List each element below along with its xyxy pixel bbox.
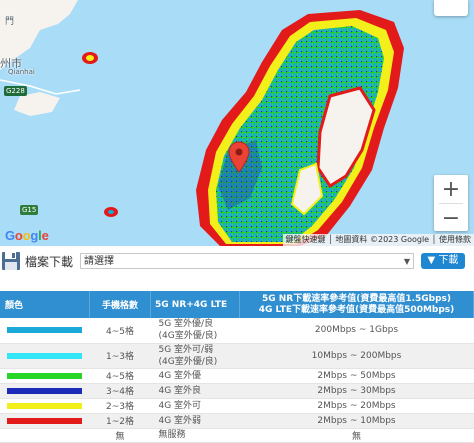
google-logo-letter: G (5, 228, 15, 243)
map-attribution[interactable]: 鍵盤快速鍵 │ 地圖資料 ©2023 Google │ 使用條款 (282, 234, 474, 246)
legend-row: 2~3格 4G 室外可 2Mbps ~ 20Mbps (0, 398, 474, 414)
header-network: 5G NR+4G LTE (150, 291, 240, 318)
map-canvas (0, 0, 404, 246)
legend-row: 4~5格 5G 室外優/良 (4G室外優/良) 200Mbps ~ 1Gbps (0, 318, 474, 344)
network-line: (4G室外優/良) (158, 331, 218, 342)
zoom-control: + − (434, 175, 468, 231)
legend-bars: 4~5格 (89, 318, 151, 344)
network-line: 5G 室外優/良 (158, 319, 214, 330)
download-button[interactable]: ▼ 下載 (421, 253, 465, 269)
legend-speed: 無 (239, 428, 474, 443)
network-line: (4G室外優/良) (158, 356, 218, 367)
legend-speed: 2Mbps ~ 50Mbps (239, 368, 474, 384)
coverage-legend-table: 顏色 手機格數 5G NR+4G LTE 5G NR下載速率參考值(資費最高值1… (0, 291, 474, 443)
file-select[interactable]: 請選擇 ▼ (80, 253, 414, 269)
color-swatch (7, 402, 82, 409)
color-swatch (7, 352, 82, 359)
legend-row: 1~2格 4G 室外弱 2Mbps ~ 10Mbps (0, 413, 474, 429)
google-logo-letter: g (30, 228, 39, 243)
road-shield-g15: G15 (20, 205, 39, 215)
island-penghu-core (108, 210, 114, 214)
legend-bars: 無 (89, 428, 151, 443)
map-label-qianhai: Qianhai (8, 68, 35, 76)
legend-swatch-cell (0, 428, 90, 443)
file-select-value: 請選擇 (84, 256, 114, 267)
coverage-map[interactable]: 門 州市 Qianhai G228 G15 + − Google 鍵盤快速鍵 │… (0, 0, 474, 246)
download-button-label: 下載 (438, 255, 459, 266)
location-pin-icon[interactable] (228, 141, 250, 173)
legend-bars: 3~4格 (89, 383, 151, 399)
legend-speed: 2Mbps ~ 30Mbps (239, 383, 474, 399)
legend-swatch-cell (0, 343, 90, 369)
legend-network: 4G 室外良 (150, 383, 240, 399)
zoom-in-button[interactable]: + (434, 175, 468, 203)
zoom-out-button[interactable]: − (434, 204, 468, 232)
download-arrow-icon: ▼ (427, 255, 436, 266)
google-logo-letter: e (41, 228, 49, 243)
floppy-disk-icon (2, 252, 20, 270)
legend-swatch-cell (0, 398, 90, 414)
header-speed-5g: 5G NR下載速率參考值(資費最高值1.5Gbps) (261, 293, 452, 304)
google-logo: Google (5, 228, 49, 243)
legend-network: 無服務 (150, 428, 240, 443)
legend-swatch-cell (0, 368, 90, 384)
legend-bars: 4~5格 (89, 368, 151, 384)
legend-header-row: 顏色 手機格數 5G NR+4G LTE 5G NR下載速率參考值(資費最高值1… (0, 291, 474, 318)
color-swatch (7, 387, 82, 394)
legend-speed: 2Mbps ~ 10Mbps (239, 413, 474, 429)
legend-row: 1~3格 5G 室外可/弱 (4G室外優/良) 10Mbps ~ 200Mbps (0, 343, 474, 369)
google-logo-letter: o (14, 228, 23, 243)
legend-network: 4G 室外弱 (150, 413, 240, 429)
header-speed: 5G NR下載速率參考值(資費最高值1.5Gbps) 4G LTE下載速率參考值… (239, 291, 474, 318)
fullscreen-button[interactable] (434, 0, 468, 16)
legend-speed: 200Mbps ~ 1Gbps (239, 318, 474, 344)
legend-network: 4G 室外可 (150, 398, 240, 414)
network-line: 5G 室外可/弱 (158, 344, 214, 355)
download-title: 檔案下載 (25, 255, 74, 269)
legend-network: 5G 室外優/良 (4G室外優/良) (150, 318, 240, 344)
legend-speed: 2Mbps ~ 20Mbps (239, 398, 474, 414)
legend-network: 5G 室外可/弱 (4G室外優/良) (150, 343, 240, 369)
header-bars: 手機格數 (89, 291, 151, 318)
map-label-men: 門 (5, 17, 15, 27)
header-speed-4g: 4G LTE下載速率參考值(資費最高值500Mbps) (258, 304, 455, 315)
legend-network: 4G 室外優 (150, 368, 240, 384)
road-shield-g228: G228 (4, 86, 27, 96)
chevron-down-icon: ▼ (403, 257, 410, 266)
legend-row: 無 無服務 無 (0, 428, 474, 443)
legend-bars: 1~2格 (89, 413, 151, 429)
legend-swatch-cell (0, 318, 90, 344)
download-bar: 檔案下載 請選擇 ▼ ▼ 下載 (0, 251, 474, 273)
legend-row: 3~4格 4G 室外良 2Mbps ~ 30Mbps (0, 383, 474, 399)
legend-bars: 1~3格 (89, 343, 151, 369)
island-inner (86, 55, 94, 61)
legend-bars: 2~3格 (89, 398, 151, 414)
color-swatch (7, 372, 82, 379)
legend-swatch-cell (0, 383, 90, 399)
legend-speed: 10Mbps ~ 200Mbps (239, 343, 474, 369)
legend-row: 4~5格 4G 室外優 2Mbps ~ 50Mbps (0, 368, 474, 384)
color-swatch (7, 417, 82, 424)
color-swatch (7, 327, 82, 334)
header-color: 顏色 (0, 291, 90, 318)
legend-swatch-cell (0, 413, 90, 429)
